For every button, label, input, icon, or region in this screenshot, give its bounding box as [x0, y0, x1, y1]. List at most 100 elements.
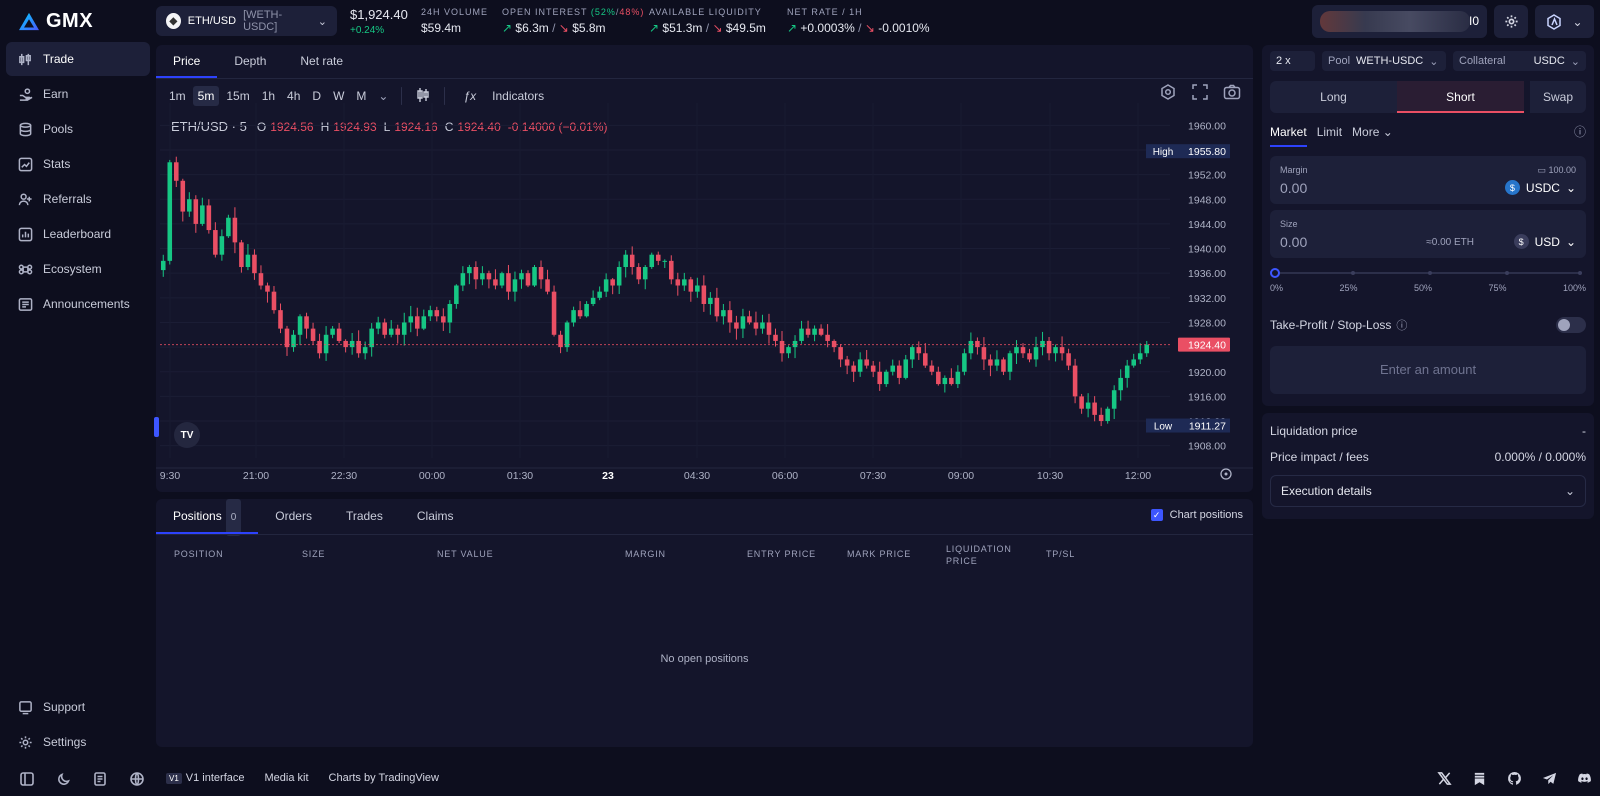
- candle-body: [844, 359, 850, 366]
- tradingview-link[interactable]: Charts by TradingView: [329, 772, 439, 784]
- sidebar-item-settings[interactable]: Settings: [6, 725, 150, 759]
- info-icon[interactable]: ⓘ: [1574, 123, 1586, 148]
- candle-body: [1053, 347, 1058, 354]
- candle-body: [317, 340, 322, 354]
- chevron-down-icon: ⌄: [1565, 234, 1576, 249]
- execution-details-label: Execution details: [1281, 484, 1372, 498]
- candle-body: [200, 205, 205, 224]
- price-impact-value: 0.000% / 0.000%: [1494, 450, 1586, 464]
- margin-input-box: Margin 0.00 ▭ 100.00 $ USDC ⌄: [1270, 156, 1586, 204]
- candle-body: [831, 340, 837, 348]
- slider-mark[interactable]: 25%: [1339, 283, 1357, 293]
- candle-body: [669, 260, 674, 280]
- discord-icon[interactable]: [1577, 771, 1592, 789]
- sidebar-item-referrals[interactable]: Referrals: [6, 182, 150, 216]
- telegram-icon[interactable]: [1542, 771, 1557, 789]
- tab-positions[interactable]: Positions 0: [156, 499, 259, 536]
- candle-body: [467, 267, 472, 274]
- candle-body: [564, 322, 570, 348]
- x-icon[interactable]: [1437, 771, 1452, 789]
- candle-body: [310, 328, 316, 341]
- wallet-button[interactable]: I0: [1312, 5, 1487, 38]
- tab-swap[interactable]: Swap: [1524, 81, 1586, 113]
- gmx-logo[interactable]: GMX: [18, 10, 93, 33]
- col-position: POSITION: [174, 549, 224, 559]
- tab-short[interactable]: Short: [1397, 81, 1524, 113]
- net-rate-values: ↗ +0.0003% / ↘ -0.0010%: [787, 21, 930, 35]
- candle-body: [603, 279, 609, 292]
- network-selector[interactable]: ⌄: [1535, 5, 1594, 38]
- leverage-input[interactable]: 2 x: [1270, 51, 1315, 71]
- submit-button[interactable]: Enter an amount: [1270, 346, 1586, 394]
- rate-long: +0.0003%: [800, 21, 855, 35]
- sidebar-item-trade[interactable]: Trade: [6, 42, 150, 76]
- sidebar-item-label: Stats: [43, 157, 71, 171]
- positions-tabs: Positions 0 Orders Trades Claims: [156, 499, 471, 536]
- candle-body: [1040, 340, 1045, 348]
- size-input[interactable]: 0.00: [1280, 234, 1307, 250]
- slider-mark[interactable]: 100%: [1563, 283, 1586, 293]
- info-icon[interactable]: ⓘ: [1396, 317, 1407, 333]
- sidebar-item-earn[interactable]: Earn: [6, 77, 150, 111]
- tpsl-toggle[interactable]: [1556, 317, 1586, 333]
- v1-badge: V1: [166, 773, 182, 784]
- tab-orders[interactable]: Orders: [258, 499, 329, 534]
- globe-icon[interactable]: [130, 772, 144, 789]
- docs-icon[interactable]: [93, 772, 107, 789]
- wallet-address-blurred: [1320, 11, 1470, 32]
- execution-details-toggle[interactable]: Execution details ⌄: [1270, 475, 1586, 507]
- tpsl-row: Take-Profit / Stop-Loss ⓘ: [1270, 317, 1586, 333]
- slider-mark[interactable]: 50%: [1414, 283, 1432, 293]
- chevron-down-icon: ⌄: [1570, 55, 1580, 68]
- volume-stat: 24H VOLUME $59.4m: [421, 7, 488, 35]
- oi-label-row: OPEN INTEREST (52%/48%): [502, 7, 645, 17]
- chevron-down-icon: ⌄: [317, 15, 327, 28]
- settings-button[interactable]: [1494, 5, 1528, 38]
- size-token-selector[interactable]: $ USD ⌄: [1513, 234, 1576, 249]
- tradingview-logo[interactable]: TV: [174, 422, 200, 448]
- price-chart[interactable]: 1960.001956.001952.001948.001944.001940.…: [156, 45, 1253, 492]
- v1-interface-link[interactable]: V1 V1 interface: [166, 772, 245, 784]
- github-icon[interactable]: [1507, 771, 1522, 789]
- chart-drag-handle[interactable]: [154, 417, 159, 437]
- pool-selector[interactable]: Pool WETH-USDC ⌄: [1322, 51, 1446, 71]
- sidebar-item-support[interactable]: Support: [6, 690, 150, 724]
- substack-icon[interactable]: [1472, 771, 1487, 789]
- tab-more[interactable]: More ⌄: [1352, 125, 1393, 147]
- slider-knob[interactable]: [1270, 268, 1280, 278]
- slider-mark[interactable]: 0%: [1270, 283, 1283, 293]
- leverage-slider[interactable]: [1270, 268, 1582, 278]
- sidebar-item-ecosystem[interactable]: Ecosystem: [6, 252, 150, 286]
- margin-token-selector[interactable]: $ USDC ⌄: [1504, 180, 1576, 195]
- moon-icon[interactable]: [57, 772, 71, 789]
- candle-body: [695, 285, 700, 292]
- tab-claims[interactable]: Claims: [400, 499, 471, 534]
- sidebar-item-announcements[interactable]: Announcements: [6, 287, 150, 321]
- candle-body: [434, 310, 440, 317]
- candle-body: [760, 322, 765, 329]
- media-kit-link[interactable]: Media kit: [265, 772, 309, 784]
- y-tick-label: 1952.00: [1188, 170, 1226, 182]
- candle-body: [662, 260, 668, 262]
- candle-body: [291, 334, 296, 348]
- tab-trades[interactable]: Trades: [329, 499, 400, 534]
- slider-mark[interactable]: 75%: [1488, 283, 1506, 293]
- tab-limit[interactable]: Limit: [1317, 125, 1342, 147]
- tab-market[interactable]: Market: [1270, 125, 1307, 147]
- market-selector[interactable]: ◆ ETH/USD [WETH-USDC] ⌄: [156, 6, 337, 36]
- size-label: Size: [1280, 219, 1298, 229]
- sidebar-item-leaderboard[interactable]: Leaderboard: [6, 217, 150, 251]
- candle-body: [708, 297, 713, 304]
- sidebar-item-pools[interactable]: Pools: [6, 112, 150, 146]
- referrals-icon: [17, 191, 33, 207]
- liquidation-label: Liquidation price: [1270, 424, 1358, 438]
- collateral-value: USDC: [1533, 55, 1565, 67]
- sidebar-collapse-icon[interactable]: [20, 772, 34, 789]
- chart-positions-toggle[interactable]: ✓ Chart positions: [1150, 509, 1243, 521]
- tab-long[interactable]: Long: [1270, 81, 1397, 113]
- sidebar-item-stats[interactable]: Stats: [6, 147, 150, 181]
- checkbox-checked-icon[interactable]: ✓: [1150, 509, 1163, 521]
- divider: [156, 534, 1253, 535]
- collateral-selector[interactable]: Collateral USDC ⌄: [1453, 51, 1586, 71]
- margin-input[interactable]: 0.00: [1280, 180, 1307, 196]
